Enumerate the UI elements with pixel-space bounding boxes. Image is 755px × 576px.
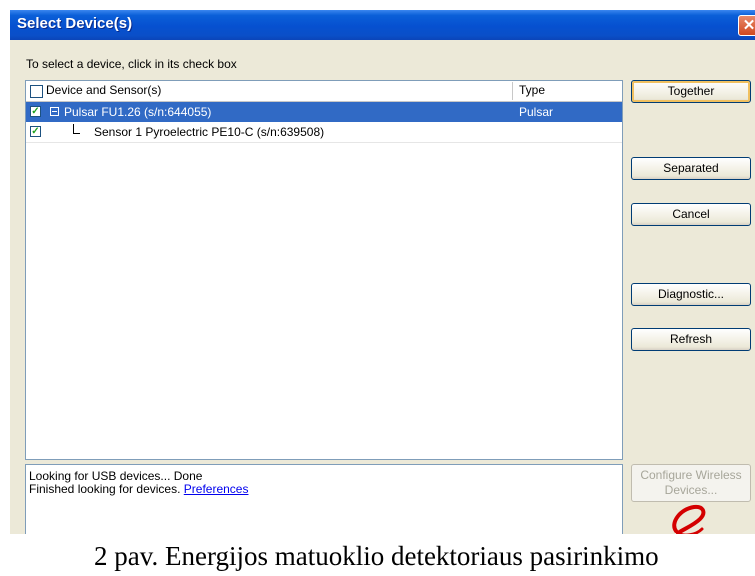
device-row-pulsar[interactable]: ✓ Pulsar FU1.26 (s/n:644055) Pulsar <box>26 102 622 122</box>
status-log: Looking for USB devices... Done Finished… <box>25 464 623 540</box>
window-title: Select Device(s) <box>17 15 133 32</box>
close-icon[interactable]: ✕ <box>738 15 755 36</box>
cancel-button[interactable]: Cancel <box>631 203 751 226</box>
column-divider[interactable] <box>512 82 513 100</box>
device-label: Pulsar FU1.26 (s/n:644055) <box>64 105 212 119</box>
sensor-checkbox[interactable]: ✓ <box>30 126 41 137</box>
select-all-checkbox[interactable] <box>30 85 43 98</box>
diagnostic-button[interactable]: Diagnostic... <box>631 283 751 306</box>
figure-caption: 2 pav. Energijos matuoklio detektoriaus … <box>0 534 755 576</box>
together-button[interactable]: Together <box>631 80 751 103</box>
preferences-link[interactable]: Preferences <box>184 482 249 496</box>
separated-button[interactable]: Separated <box>631 157 751 180</box>
caption-text: 2 pav. Energijos matuoklio detektoriaus … <box>94 541 659 571</box>
sensor-row[interactable]: ✓ Sensor 1 Pyroelectric PE10-C (s/n:6395… <box>26 122 622 143</box>
tree-connector-icon <box>73 124 80 134</box>
column-header-device[interactable]: Device and Sensor(s) <box>46 83 161 97</box>
device-list[interactable]: Device and Sensor(s) Type ✓ Pulsar FU1.2… <box>25 80 623 460</box>
instruction-text: To select a device, click in its check b… <box>26 57 237 71</box>
device-type: Pulsar <box>519 105 554 119</box>
collapse-icon[interactable] <box>50 107 59 116</box>
sensor-label: Sensor 1 Pyroelectric PE10-C (s/n:639508… <box>94 125 325 139</box>
configure-wireless-button[interactable]: Configure Wireless Devices... <box>631 464 751 502</box>
device-checkbox[interactable]: ✓ <box>30 106 41 117</box>
refresh-button[interactable]: Refresh <box>631 328 751 351</box>
status-text: Finished looking for devices. <box>29 482 181 496</box>
configure-label-line: Configure Wireless <box>640 468 742 482</box>
status-line: Finished looking for devices. Preference… <box>29 482 248 496</box>
list-header: Device and Sensor(s) Type <box>26 81 622 102</box>
configure-label-line: Devices... <box>664 483 718 497</box>
status-line: Looking for USB devices... Done <box>29 469 203 483</box>
title-bar[interactable]: Select Device(s) <box>10 10 755 40</box>
column-header-type[interactable]: Type <box>519 83 545 97</box>
select-device-dialog: Select Device(s) ✕ To select a device, c… <box>10 10 755 540</box>
